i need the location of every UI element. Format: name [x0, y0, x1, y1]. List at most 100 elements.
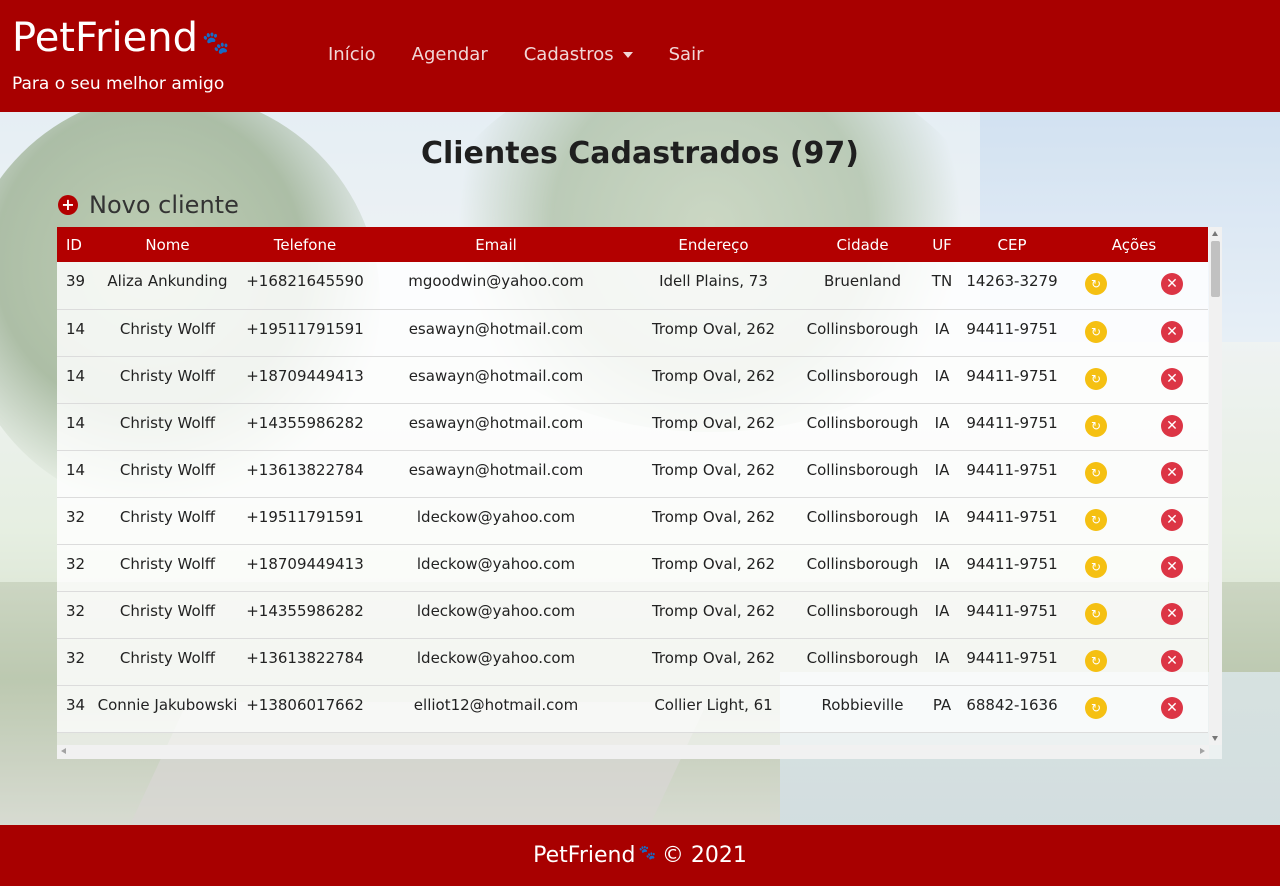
column-header[interactable]: CEP — [964, 227, 1060, 262]
column-header[interactable]: Telefone — [240, 227, 370, 262]
scrollbar-thumb[interactable] — [1211, 241, 1220, 297]
edit-button[interactable]: ↻ — [1085, 461, 1107, 484]
table-cell: Christy Wolff — [95, 544, 240, 592]
actions-cell: ↻ ✕ — [1060, 262, 1208, 310]
edit-button[interactable]: ↻ — [1085, 367, 1107, 390]
delete-button[interactable]: ✕ — [1161, 555, 1183, 578]
delete-button[interactable]: ✕ — [1161, 273, 1183, 295]
delete-button[interactable]: ✕ — [1161, 649, 1183, 672]
table-cell: esawayn@hotmail.com — [370, 356, 622, 404]
table-cell: Tromp Oval, 262 — [622, 309, 805, 357]
footer-brand: PetFriend — [533, 843, 636, 868]
table-cell: 94411-9751 — [964, 497, 1060, 545]
scroll-right-icon[interactable] — [1200, 748, 1205, 754]
edit-button[interactable]: ↻ — [1085, 414, 1107, 437]
table-cell: +13613822784 — [240, 450, 370, 498]
delete-button[interactable]: ✕ — [1161, 508, 1183, 531]
column-header[interactable]: Cidade — [805, 227, 920, 262]
delete-button[interactable]: ✕ — [1161, 696, 1183, 719]
table-cell: 34 — [57, 685, 95, 733]
vertical-scrollbar[interactable] — [1209, 227, 1222, 745]
table-cell: TN — [920, 262, 964, 310]
table-cell: 94411-9751 — [964, 403, 1060, 451]
table-cell: IA — [920, 450, 964, 498]
table-cell: esawayn@hotmail.com — [370, 309, 622, 357]
edit-button[interactable]: ↻ — [1085, 649, 1107, 672]
table-row: 14 Christy Wolff +18709449413 esawayn@hotma… — [57, 356, 1208, 404]
actions-cell: ↻ ✕ — [1060, 356, 1208, 404]
actions-cell: ↻ ✕ — [1060, 497, 1208, 545]
table-cell: Collinsborough — [805, 356, 920, 404]
table-row: 34 Connie Jakubowski +13806017662 elliot12@… — [57, 685, 1208, 733]
table-cell: +18709449413 — [240, 544, 370, 592]
table-cell: IA — [920, 497, 964, 545]
caret-down-icon — [622, 51, 633, 58]
column-header[interactable]: Endereço — [622, 227, 805, 262]
table-cell: IA — [920, 356, 964, 404]
table-cell: 94411-9751 — [964, 638, 1060, 686]
table-cell: Collinsborough — [805, 591, 920, 639]
nav-inicio[interactable]: Início — [328, 44, 376, 65]
table-cell: Collinsborough — [805, 403, 920, 451]
table-cell: Christy Wolff — [95, 356, 240, 404]
edit-button[interactable]: ↻ — [1085, 273, 1107, 295]
nav-cadastros-dropdown[interactable]: Cadastros — [524, 44, 633, 65]
paw-icon: 🐾 — [638, 844, 656, 861]
edit-button[interactable]: ↻ — [1085, 320, 1107, 343]
page-title: Clientes Cadastrados (97) — [420, 136, 860, 171]
scroll-left-icon[interactable] — [61, 748, 66, 754]
scroll-up-icon[interactable] — [1212, 231, 1218, 236]
horizontal-scrollbar[interactable] — [57, 745, 1209, 759]
delete-button[interactable]: ✕ — [1161, 461, 1183, 484]
edit-button[interactable]: ↻ — [1085, 555, 1107, 578]
column-header[interactable]: Email — [370, 227, 622, 262]
column-header[interactable]: ID — [57, 227, 95, 262]
footer-copyright: © 2021 — [661, 843, 747, 868]
table-cell: IA — [920, 309, 964, 357]
table-cell: 94411-9751 — [964, 356, 1060, 404]
column-header[interactable]: UF — [920, 227, 964, 262]
table-cell: elliot12@hotmail.com — [370, 685, 622, 733]
actions-cell: ↻ ✕ — [1060, 544, 1208, 592]
new-client-button[interactable]: + Novo cliente — [58, 191, 239, 219]
table-cell: +13806017662 — [240, 685, 370, 733]
table-cell: ldeckow@yahoo.com — [370, 544, 622, 592]
table-cell: 32 — [57, 544, 95, 592]
table-cell: Tromp Oval, 262 — [622, 356, 805, 404]
table-row: 32 Christy Wolff +19511791591 ldeckow@yahoo… — [57, 497, 1208, 545]
edit-button[interactable]: ↻ — [1085, 696, 1107, 719]
table-cell: Bruenland — [805, 262, 920, 310]
actions-cell: ↻ ✕ — [1060, 403, 1208, 451]
table-cell: 39 — [57, 262, 95, 310]
table-row: 32 Christy Wolff +13613822784 ldeckow@yahoo… — [57, 638, 1208, 686]
brand-title: PetFriend — [12, 15, 198, 61]
nav-agendar[interactable]: Agendar — [412, 44, 488, 65]
edit-button[interactable]: ↻ — [1085, 508, 1107, 531]
table-row: 32 Christy Wolff +18709449413 ldeckow@yahoo… — [57, 544, 1208, 592]
nav-cadastros-label: Cadastros — [523, 44, 614, 65]
column-header[interactable]: Nome — [95, 227, 240, 262]
actions-cell: ↻ ✕ — [1060, 685, 1208, 733]
table-cell: 14 — [57, 356, 95, 404]
table-row: 14 Christy Wolff +19511791591 esawayn@hotma… — [57, 309, 1208, 357]
table-cell: +13613822784 — [240, 638, 370, 686]
table-cell: Tromp Oval, 262 — [622, 591, 805, 639]
actions-cell: ↻ ✕ — [1060, 638, 1208, 686]
delete-button[interactable]: ✕ — [1161, 320, 1183, 343]
delete-button[interactable]: ✕ — [1161, 414, 1183, 437]
table-row: 39 Aliza Ankunding +16821645590 mgoodwin@ya… — [57, 262, 1208, 310]
edit-button[interactable]: ↻ — [1085, 602, 1107, 625]
table-cell: 68842-1636 — [964, 685, 1060, 733]
delete-button[interactable]: ✕ — [1161, 367, 1183, 390]
scroll-down-icon[interactable] — [1212, 736, 1218, 741]
nav-sair[interactable]: Sair — [669, 44, 704, 65]
table-cell: +19511791591 — [240, 497, 370, 545]
table-cell: 14 — [57, 309, 95, 357]
actions-cell: ↻ ✕ — [1060, 309, 1208, 357]
table-cell: +19511791591 — [240, 309, 370, 357]
brand[interactable]: PetFriend 🐾 Para o seu melhor amigo — [12, 12, 229, 94]
table-cell: Collier Light, 61 — [622, 685, 805, 733]
table-cell: 14263-3279 — [964, 262, 1060, 310]
footer: PetFriend 🐾 © 2021 — [0, 825, 1280, 886]
delete-button[interactable]: ✕ — [1161, 602, 1183, 625]
